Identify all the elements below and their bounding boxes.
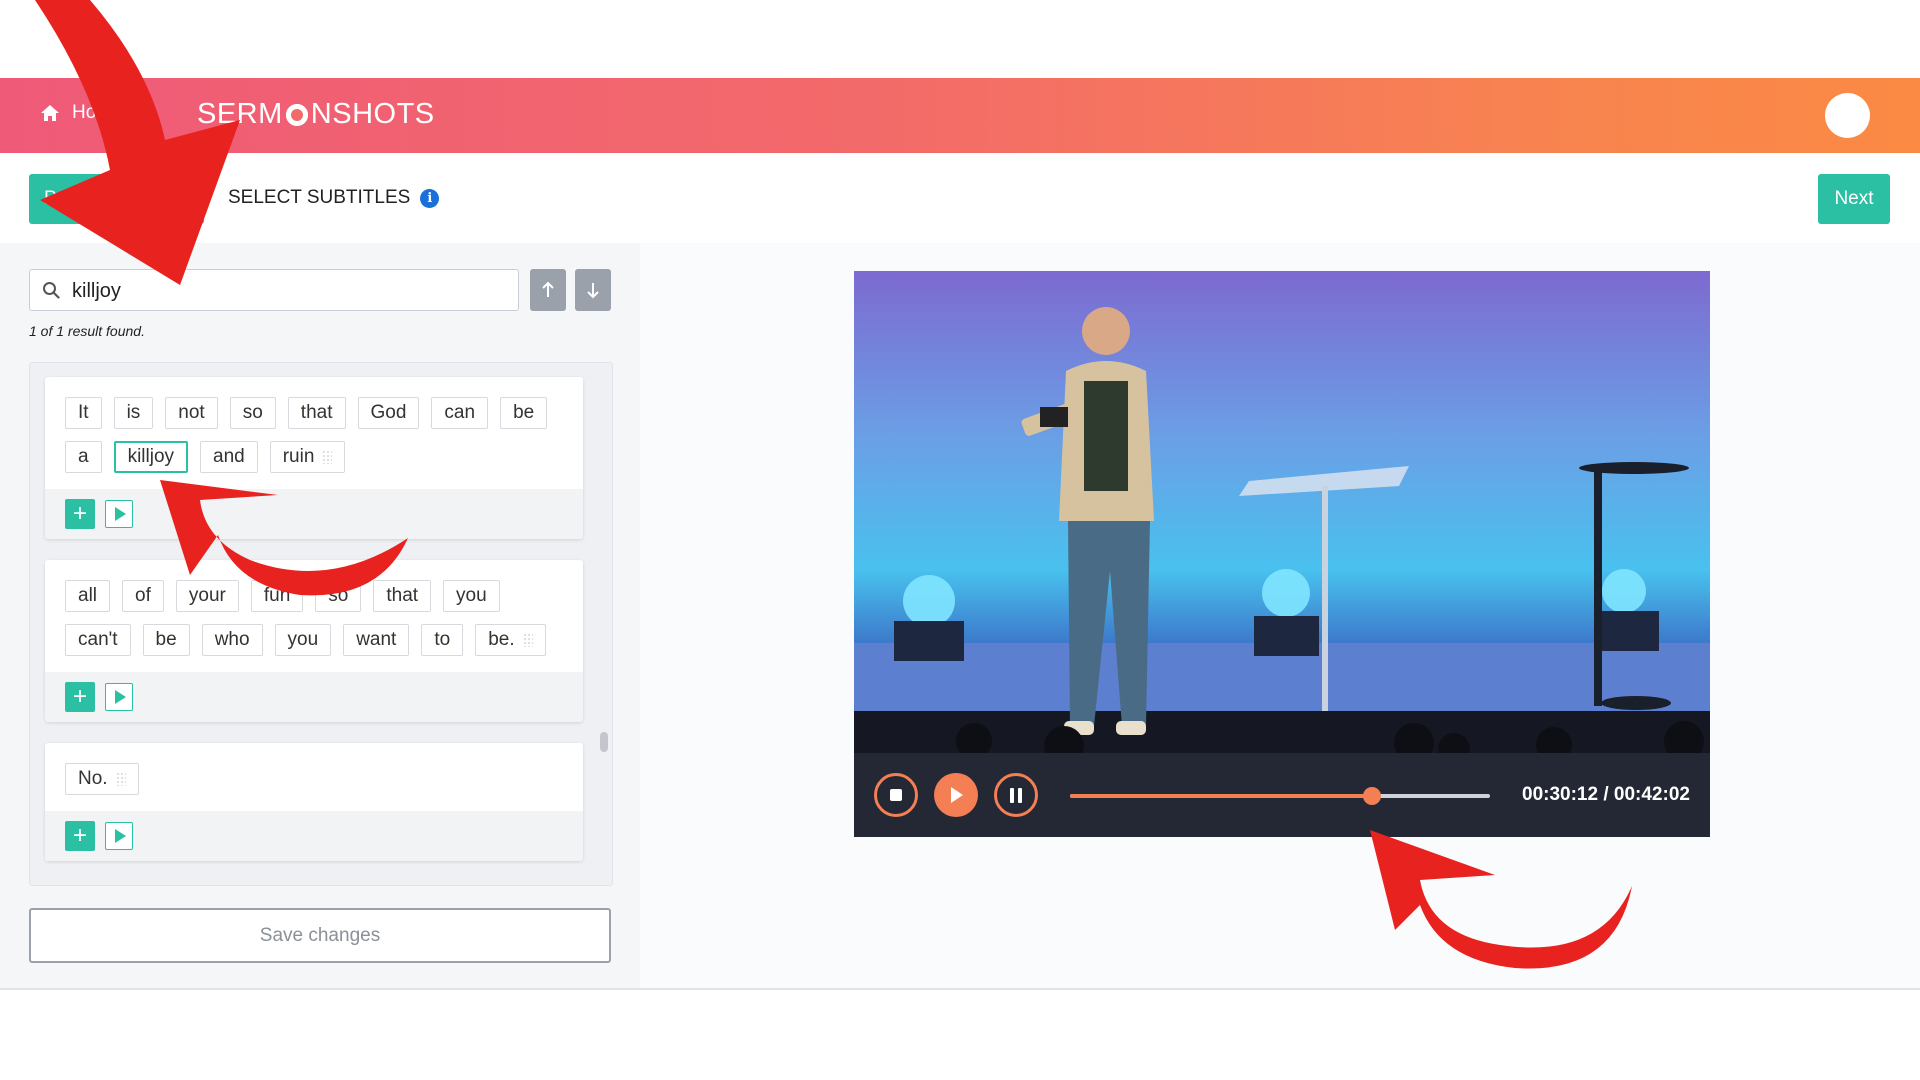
- search-icon: [43, 282, 60, 299]
- player-controls: 00:30:12 / 00:42:02: [854, 753, 1710, 837]
- search-input[interactable]: [70, 276, 504, 306]
- subtitle-word[interactable]: want: [343, 624, 410, 656]
- subtitle-panel: 1 of 1 result found. ItisnotsothatGodcan…: [0, 243, 640, 988]
- logo-o-icon: [285, 103, 308, 126]
- subtitle-word[interactable]: ruin: [269, 441, 346, 473]
- search-next-button[interactable]: [575, 269, 611, 311]
- home-link[interactable]: Home: [40, 102, 123, 124]
- subtitle-word[interactable]: fun: [250, 580, 304, 612]
- stop-button[interactable]: [874, 773, 918, 817]
- seek-bar-handle[interactable]: [1362, 787, 1381, 805]
- logo-text-right: NSHOTS: [310, 98, 435, 130]
- subtitle-word[interactable]: all: [65, 580, 111, 612]
- subtitle-word[interactable]: It: [65, 397, 102, 429]
- card-footer: +: [45, 489, 583, 539]
- step-toolbar: Previous SELECT SUBTITLES i Next: [0, 153, 1920, 243]
- sermonshots-logo: SERM NSHOTS: [197, 98, 435, 131]
- subtitle-word[interactable]: not: [165, 397, 218, 429]
- app-window: Home SERM NSHOTS Previous SELECT SUBTITLE…: [0, 78, 1920, 990]
- subtitle-word[interactable]: your: [175, 580, 239, 612]
- subtitle-word[interactable]: can: [431, 397, 489, 429]
- subtitle-words: No.: [45, 743, 583, 811]
- subtitle-word[interactable]: that: [373, 580, 432, 612]
- subtitle-word[interactable]: that: [287, 397, 346, 429]
- arrow-down-icon: [587, 283, 599, 299]
- search-box[interactable]: [29, 269, 519, 311]
- subtitle-word[interactable]: and: [200, 441, 258, 473]
- arrow-up-icon: [542, 281, 554, 297]
- add-subtitle-button[interactable]: +: [65, 821, 95, 851]
- save-changes-button[interactable]: Save changes: [29, 908, 611, 963]
- time-display: 00:30:12 / 00:42:02: [1522, 784, 1690, 805]
- top-header: Home SERM NSHOTS: [0, 78, 1920, 153]
- search-result-count: 1 of 1 result found.: [29, 323, 145, 339]
- previous-button[interactable]: Previous: [29, 174, 204, 224]
- subtitle-word[interactable]: can't: [65, 624, 131, 656]
- add-subtitle-button[interactable]: +: [65, 499, 95, 529]
- subtitle-word[interactable]: to: [421, 624, 464, 656]
- home-label: Home: [72, 102, 123, 123]
- pause-button[interactable]: [994, 773, 1038, 817]
- subtitle-word[interactable]: a: [65, 441, 102, 473]
- subtitle-word[interactable]: who: [201, 624, 263, 656]
- card-footer: +: [45, 672, 583, 722]
- subtitle-card: It is not so that God can be a killjoy and ruin +: [45, 377, 583, 539]
- play-subtitle-button[interactable]: [105, 822, 133, 850]
- play-subtitle-button[interactable]: [105, 683, 133, 711]
- subtitle-word[interactable]: is: [113, 397, 154, 429]
- seek-bar[interactable]: [1070, 787, 1490, 805]
- home-icon: [41, 105, 59, 121]
- video-frame[interactable]: [854, 271, 1710, 753]
- search-prev-button[interactable]: [530, 269, 566, 311]
- play-button[interactable]: [934, 773, 978, 817]
- seek-bar-progress: [1070, 794, 1372, 798]
- video-scene: [854, 271, 1710, 753]
- add-subtitle-button[interactable]: +: [65, 682, 95, 712]
- subtitle-word[interactable]: be: [500, 397, 548, 429]
- subtitle-word[interactable]: you: [443, 580, 500, 612]
- subtitle-word[interactable]: No.: [65, 763, 139, 795]
- subtitle-word[interactable]: so: [315, 580, 362, 612]
- info-icon[interactable]: i: [420, 188, 440, 208]
- subtitle-word[interactable]: God: [357, 397, 420, 429]
- video-panel: 00:30:12 / 00:42:02: [640, 243, 1920, 988]
- step-title: SELECT SUBTITLES i: [228, 187, 440, 209]
- subtitle-word[interactable]: be: [142, 624, 190, 656]
- play-subtitle-button[interactable]: [105, 500, 133, 528]
- user-avatar[interactable]: [1825, 93, 1870, 138]
- step-title-text: SELECT SUBTITLES: [228, 187, 411, 208]
- subtitle-words: all of your fun so that you can't be who you want to…: [45, 560, 583, 672]
- subtitle-words: It is not so that God can be a killjoy and ruin: [45, 377, 583, 489]
- card-footer: +: [45, 811, 583, 861]
- subtitle-word[interactable]: you: [274, 624, 332, 656]
- subtitle-list[interactable]: It is not so that God can be a killjoy and ruin + a…: [29, 362, 613, 886]
- subtitle-word[interactable]: killjoy: [113, 441, 189, 473]
- logo-text-left: SERM: [197, 98, 283, 130]
- list-scrollbar[interactable]: [600, 732, 608, 752]
- subtitle-word[interactable]: be.: [475, 624, 546, 656]
- next-button[interactable]: Next: [1818, 174, 1890, 224]
- subtitle-card: No. +: [45, 743, 583, 861]
- subtitle-word[interactable]: so: [229, 397, 276, 429]
- subtitle-card: all of your fun so that you can't be who you want to…: [45, 560, 583, 722]
- subtitle-word[interactable]: of: [122, 580, 164, 612]
